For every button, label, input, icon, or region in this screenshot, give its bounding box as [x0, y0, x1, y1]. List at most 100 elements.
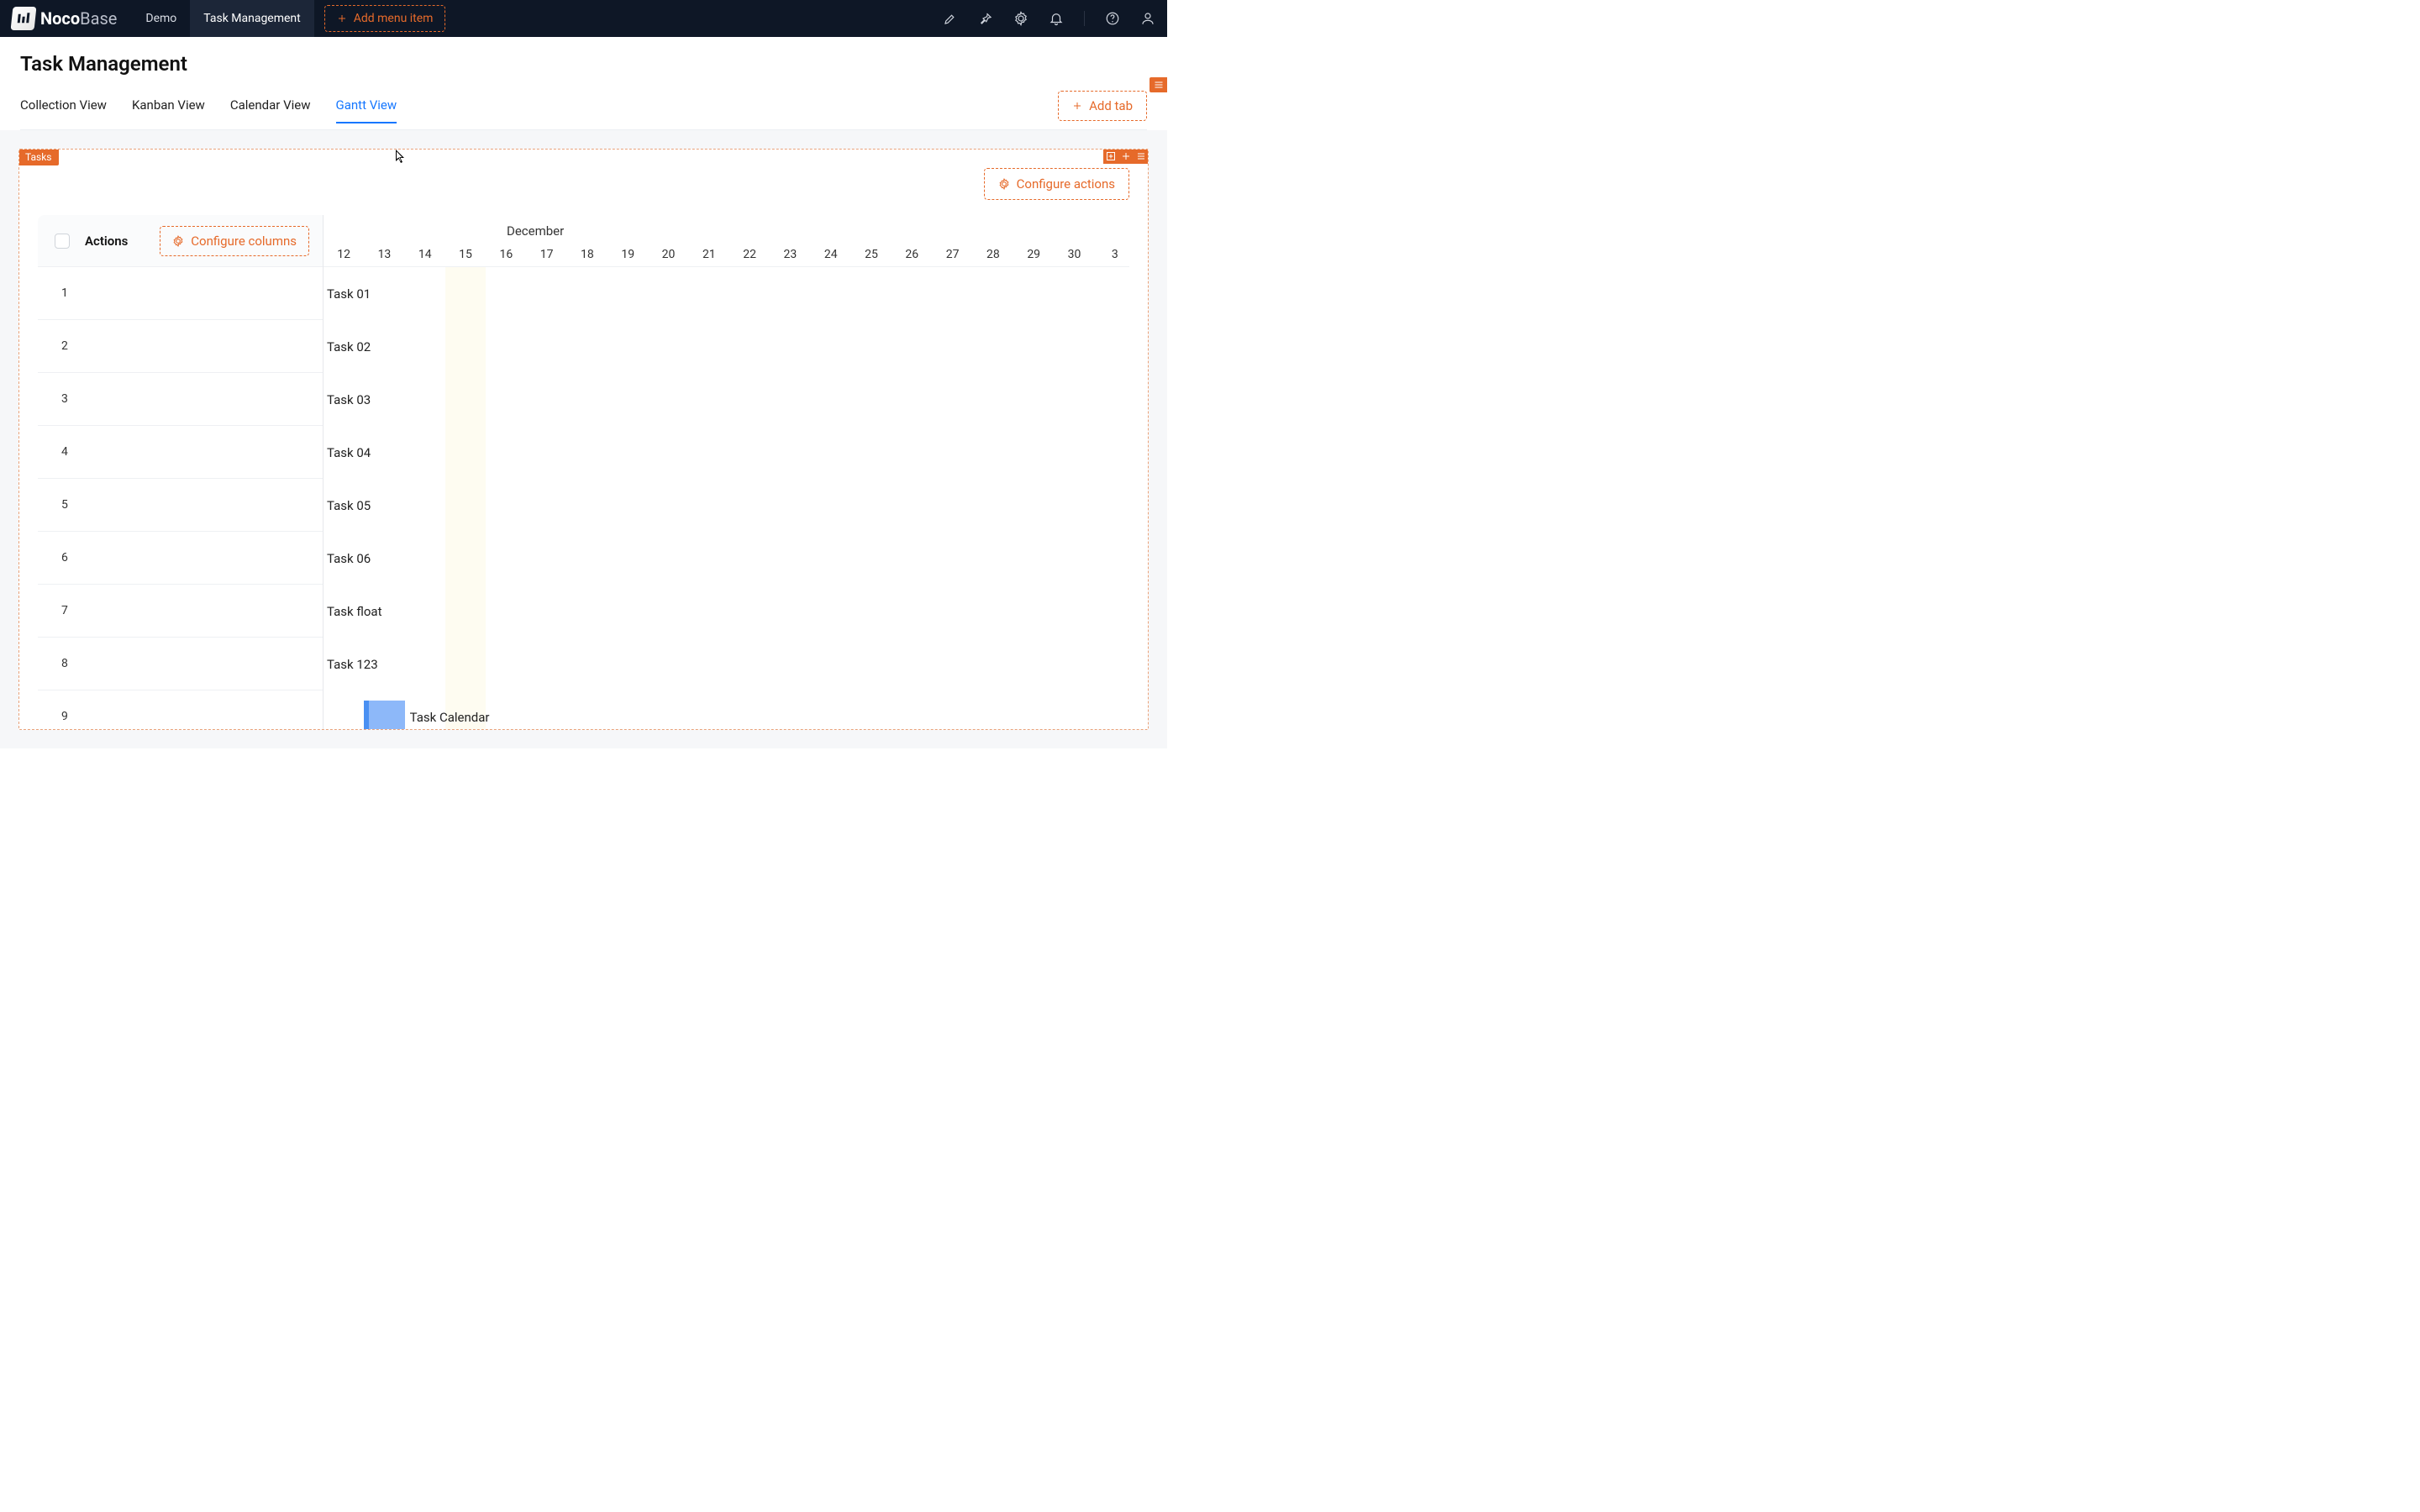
gantt-task-label: Task float — [327, 604, 382, 619]
gear-icon[interactable] — [1013, 11, 1028, 26]
gantt-task-row[interactable]: Task float — [324, 585, 1129, 638]
user-icon[interactable] — [1140, 11, 1155, 26]
highlighter-icon[interactable] — [943, 11, 958, 26]
brand-name: NocoBase — [40, 8, 117, 29]
timeline-day-cell: 19 — [608, 248, 648, 261]
gantt-block: Tasks Configure actions — [18, 149, 1149, 730]
timeline-day-cell: 16 — [486, 248, 526, 261]
gantt-task-label: Task 05 — [327, 498, 371, 513]
gantt-task-row[interactable]: Task 02 — [324, 320, 1129, 373]
timeline-day-cell: 3 — [1095, 248, 1129, 261]
configure-actions-label: Configure actions — [1017, 176, 1115, 192]
block-insert-button[interactable] — [1118, 149, 1134, 164]
table-row[interactable]: 4 — [38, 426, 323, 479]
select-all-checkbox[interactable] — [55, 234, 70, 249]
nav-right-icons — [943, 11, 1155, 26]
timeline-day-cell: 28 — [973, 248, 1013, 261]
page-title: Task Management — [20, 52, 1147, 76]
gantt-task-row[interactable]: Task 05 — [324, 479, 1129, 532]
brand-mark-icon — [11, 7, 37, 30]
timeline-day-cell: 17 — [526, 248, 566, 261]
add-tab-button[interactable]: Add tab — [1058, 91, 1147, 121]
gantt-container: Actions Configure columns 123456789 Dece… — [38, 215, 1129, 729]
bell-icon[interactable] — [1049, 11, 1064, 26]
timeline-day-cell: 13 — [364, 248, 404, 261]
table-row[interactable]: 8 — [38, 638, 323, 690]
gantt-task-row[interactable]: Task 01 — [324, 267, 1129, 320]
table-row[interactable]: 2 — [38, 320, 323, 373]
block-menu-button[interactable] — [1134, 149, 1149, 164]
brand-logo[interactable]: NocoBase — [12, 7, 117, 30]
table-row[interactable]: 9 — [38, 690, 323, 730]
timeline-month-label: December — [324, 223, 1129, 239]
brand-name-light: Base — [80, 8, 117, 29]
gantt-task-row[interactable]: Task 123 — [324, 638, 1129, 690]
gantt-bar[interactable] — [364, 701, 404, 729]
timeline-day-cell: 30 — [1054, 248, 1094, 261]
table-row[interactable]: 6 — [38, 532, 323, 585]
gantt-task-label: Task 123 — [327, 657, 378, 672]
add-menu-item-label: Add menu item — [354, 12, 434, 25]
table-row[interactable]: 5 — [38, 479, 323, 532]
add-tab-label: Add tab — [1089, 98, 1133, 113]
gantt-left-pane: Actions Configure columns 123456789 — [38, 215, 324, 729]
tab-gantt-view[interactable]: Gantt View — [336, 97, 397, 123]
timeline-day-cell: 26 — [892, 248, 932, 261]
gantt-task-row[interactable]: Task 06 — [324, 532, 1129, 585]
brand-name-bold: Noco — [40, 8, 80, 29]
gear-icon — [172, 235, 184, 247]
gantt-task-row[interactable]: Task 04 — [324, 426, 1129, 479]
designer-toggle-button[interactable] — [1150, 77, 1167, 92]
add-menu-item-button[interactable]: Add menu item — [324, 5, 446, 32]
gantt-task-row[interactable]: Task Calendar — [324, 690, 1129, 729]
tab-calendar-view[interactable]: Calendar View — [230, 97, 311, 123]
timeline-day-cell: 29 — [1013, 248, 1054, 261]
timeline-day-cell: 22 — [729, 248, 770, 261]
gantt-task-label: Task 06 — [327, 551, 371, 566]
table-row[interactable]: 7 — [38, 585, 323, 638]
gantt-left-rows: 123456789 — [38, 267, 323, 730]
block-add-button[interactable] — [1103, 149, 1118, 164]
content-area: Tasks Configure actions — [0, 130, 1167, 748]
configure-actions-button[interactable]: Configure actions — [984, 168, 1129, 200]
timeline-day-cell: 25 — [851, 248, 892, 261]
timeline-day-cell: 14 — [405, 248, 445, 261]
gantt-right-pane: December 121314151617181920212223242526 2… — [324, 215, 1129, 729]
nav-item-demo[interactable]: Demo — [132, 0, 190, 37]
gear-icon — [998, 178, 1010, 190]
tab-kanban-view[interactable]: Kanban View — [132, 97, 205, 123]
nav-items: Demo Task Management — [132, 0, 313, 37]
page-header: Task Management Collection View Kanban V… — [0, 37, 1167, 130]
timeline-day-cell: 24 — [811, 248, 851, 261]
view-tabs: Collection View Kanban View Calendar Vie… — [20, 91, 1147, 130]
configure-columns-label: Configure columns — [191, 234, 297, 249]
gantt-task-label: Task Calendar — [410, 710, 490, 725]
nav-separator — [1084, 11, 1085, 26]
timeline-day-cell: 23 — [770, 248, 810, 261]
timeline-day-cell: 12 — [324, 248, 364, 261]
plus-icon — [337, 13, 347, 24]
timeline-day-cell: 21 — [689, 248, 729, 261]
configure-columns-button[interactable]: Configure columns — [160, 226, 309, 256]
table-row[interactable]: 1 — [38, 267, 323, 320]
nav-item-task-management[interactable]: Task Management — [190, 0, 313, 37]
gantt-right-rows: Task 01 Task 02 Task 03 Task 04 Task 05 Task … — [324, 267, 1129, 729]
table-row[interactable]: 3 — [38, 373, 323, 426]
gantt-task-label: Task 01 — [327, 286, 371, 302]
block-badge: Tasks — [18, 149, 59, 165]
gantt-task-label: Task 03 — [327, 392, 371, 407]
timeline-header: December 121314151617181920212223242526 2… — [324, 215, 1129, 267]
pin-icon[interactable] — [978, 11, 993, 26]
plus-icon — [1072, 101, 1082, 111]
timeline-day-cell: 15 — [445, 248, 486, 261]
block-tools — [1103, 149, 1149, 164]
timeline-days-row: 121314151617181920212223242526272829303 — [324, 248, 1129, 261]
gantt-task-label: Task 02 — [327, 339, 371, 354]
tab-collection-view[interactable]: Collection View — [20, 97, 107, 123]
actions-column-header: Actions — [85, 234, 128, 249]
timeline-day-cell: 18 — [567, 248, 608, 261]
gantt-task-label: Task 04 — [327, 445, 371, 460]
help-icon[interactable] — [1105, 11, 1120, 26]
gantt-task-row[interactable]: Task 03 — [324, 373, 1129, 426]
timeline-day-cell: 20 — [648, 248, 688, 261]
